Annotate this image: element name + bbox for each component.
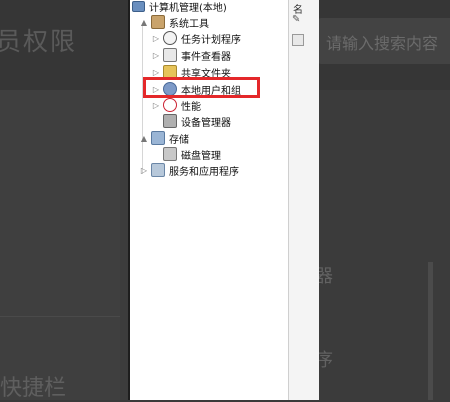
tree-item-label: 存储 <box>169 134 189 146</box>
background-search-input[interactable]: 请输入搜索内容 <box>318 18 450 64</box>
tree-item-label: 事件查看器 <box>181 51 231 63</box>
tree-item-label: 系统工具 <box>169 18 209 30</box>
tools-icon <box>151 15 165 29</box>
tree-item-label: 计算机管理(本地) <box>149 2 227 14</box>
event-viewer-icon <box>163 48 177 62</box>
collapse-arrow-icon[interactable]: ▲ <box>140 18 148 27</box>
item-icon-2 <box>292 34 304 46</box>
background-left-panel: 快捷栏 <box>0 90 120 401</box>
background-title: 员权限 <box>0 27 78 56</box>
tree-item-computer-management[interactable]: 计算机管理(本地) <box>132 0 227 14</box>
divider <box>0 316 120 317</box>
item-icon: ✎ <box>292 14 301 25</box>
tree-item-label: 服务和应用程序 <box>169 166 239 178</box>
search-placeholder: 请输入搜索内容 <box>326 34 439 53</box>
disk-icon <box>163 147 177 161</box>
expand-arrow-icon[interactable]: ▷ <box>152 101 160 110</box>
computer-management-tree-pane: 计算机管理(本地) ▲ 系统工具 ▷ 任务计划程序 ▷ 事件查看器 ▷ 共享文件… <box>128 0 291 400</box>
tree-item-device-manager[interactable]: 设备管理器 <box>152 113 231 129</box>
tree-item-services-applications[interactable]: ▷ 服务和应用程序 <box>140 162 239 178</box>
background-left-text: 快捷栏 <box>0 376 67 401</box>
collapse-arrow-icon[interactable]: ▲ <box>140 134 148 143</box>
computer-management-list-pane: 名 ✎ <box>288 0 319 400</box>
tree-item-disk-management[interactable]: 磁盘管理 <box>152 146 221 162</box>
device-manager-icon <box>163 114 177 128</box>
expand-arrow-icon[interactable]: ▷ <box>152 34 160 43</box>
clock-icon <box>163 31 177 45</box>
background-scrollbar[interactable] <box>428 262 433 400</box>
performance-icon <box>163 98 177 112</box>
tree-item-label: 磁盘管理 <box>181 150 221 162</box>
services-icon <box>151 163 165 177</box>
tree-item-system-tools[interactable]: ▲ 系统工具 <box>140 14 209 30</box>
tree-item-label: 设备管理器 <box>181 117 231 129</box>
highlight-box <box>143 77 260 98</box>
tree-item-performance[interactable]: ▷ 性能 <box>152 97 201 113</box>
tree-item-event-viewer[interactable]: ▷ 事件查看器 <box>152 47 231 63</box>
expand-arrow-icon[interactable]: ▷ <box>152 51 160 60</box>
tree-guide-line <box>142 24 143 174</box>
tree-item-label: 任务计划程序 <box>181 34 241 46</box>
storage-icon <box>151 131 165 145</box>
tree-item-label: 性能 <box>181 101 201 113</box>
expand-arrow-icon[interactable]: ▷ <box>152 68 160 77</box>
expand-arrow-icon[interactable]: ▷ <box>140 166 148 175</box>
tree-item-task-scheduler[interactable]: ▷ 任务计划程序 <box>152 30 241 46</box>
tree-item-storage[interactable]: ▲ 存储 <box>140 130 189 146</box>
computer-icon <box>132 0 145 12</box>
